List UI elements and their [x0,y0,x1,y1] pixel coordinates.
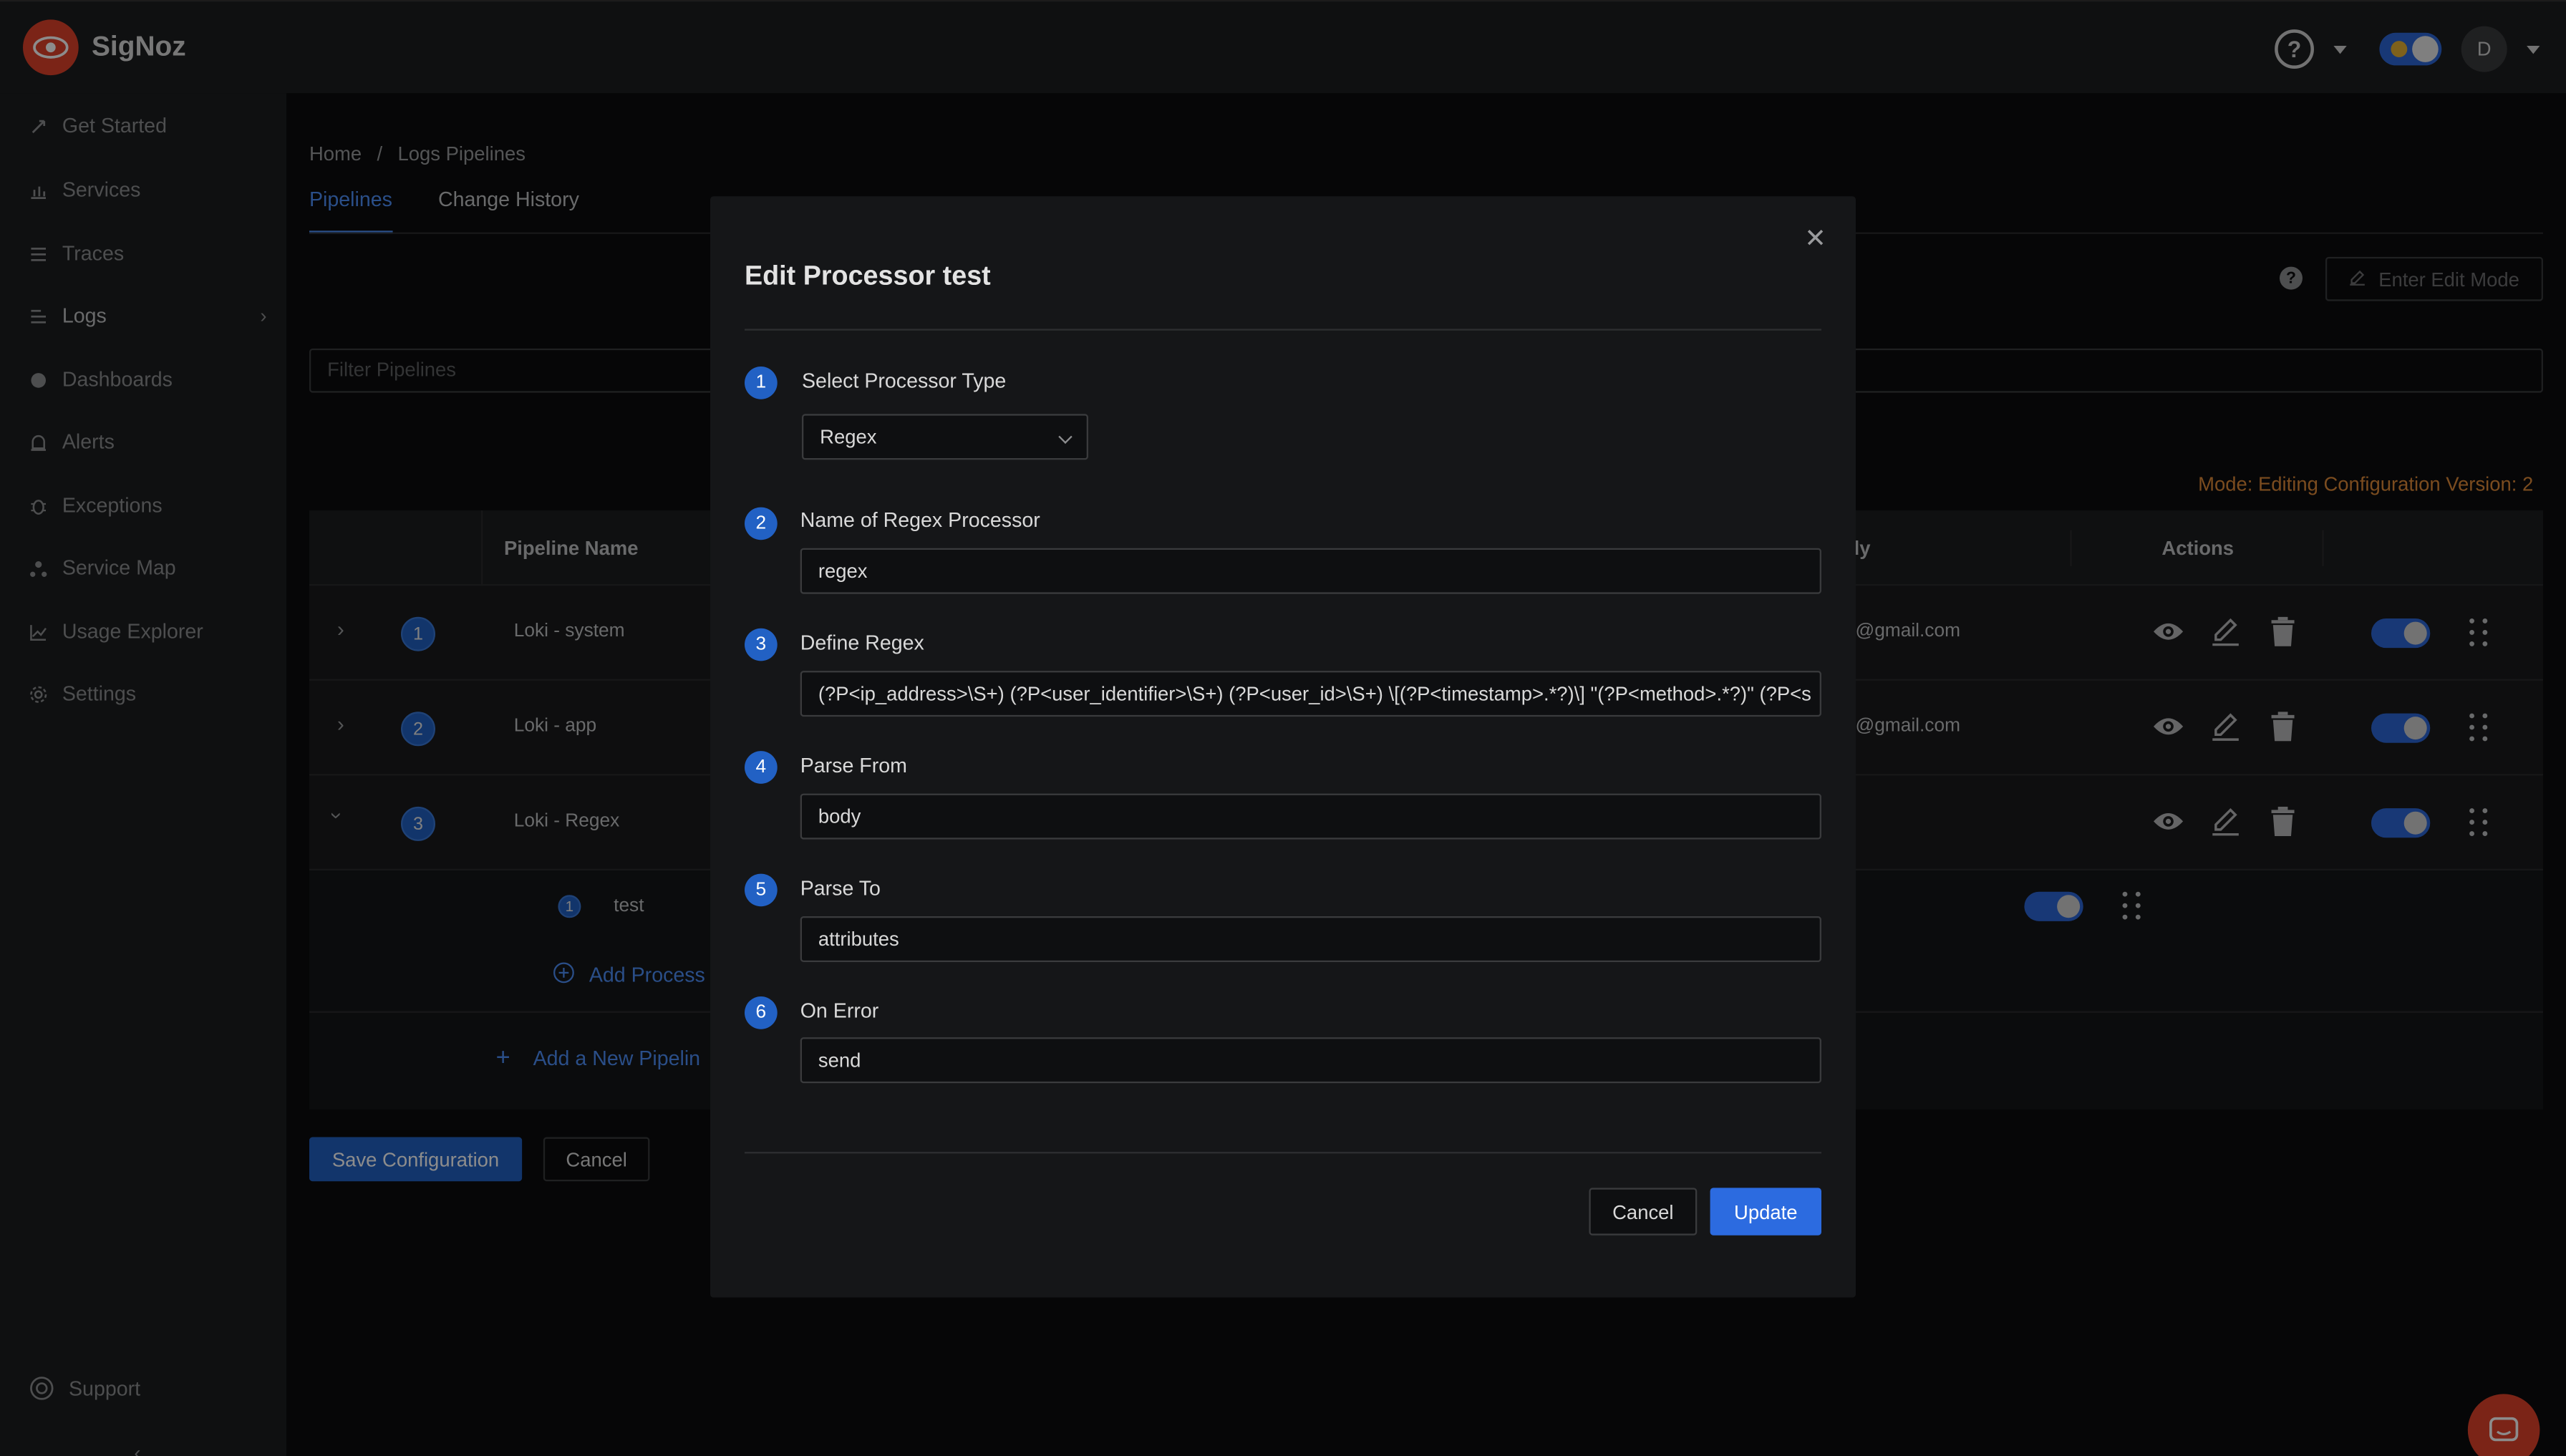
modal-footer-divider [744,1152,1821,1154]
update-button[interactable]: Update [1710,1188,1821,1236]
step-number-badge: 1 [744,366,778,399]
step-label: Parse To [800,877,881,901]
step-label: Define Regex [800,631,924,655]
edit-processor-modal: ✕ Edit Processor test 1 Select Processor… [710,196,1856,1298]
on-error-field[interactable]: send [800,1037,1821,1084]
processor-name-field[interactable]: regex [800,548,1821,594]
close-icon[interactable]: ✕ [1804,223,1826,256]
modal-title: Edit Processor test [744,261,991,291]
step-number-badge: 6 [744,996,778,1029]
parse-to-field[interactable]: attributes [800,916,1821,962]
chevron-down-icon [1058,429,1073,444]
modal-cancel-button[interactable]: Cancel [1589,1188,1698,1236]
processor-type-select[interactable]: Regex [801,414,1088,460]
processor-type-value: Regex [820,425,877,449]
step-number-badge: 2 [744,507,778,540]
parse-from-field[interactable]: body [800,793,1821,840]
step-number-badge: 5 [744,873,778,907]
modal-header-divider [744,329,1821,331]
regex-field[interactable]: (?P<ip_address>\S+) (?P<user_identifier>… [800,671,1821,717]
step-number-badge: 4 [744,751,778,784]
step-label: Name of Regex Processor [800,508,1040,532]
step-label: On Error [800,999,879,1023]
step-label: Parse From [800,754,907,777]
step-label: Select Processor Type [801,369,1007,393]
step-number-badge: 3 [744,628,778,661]
